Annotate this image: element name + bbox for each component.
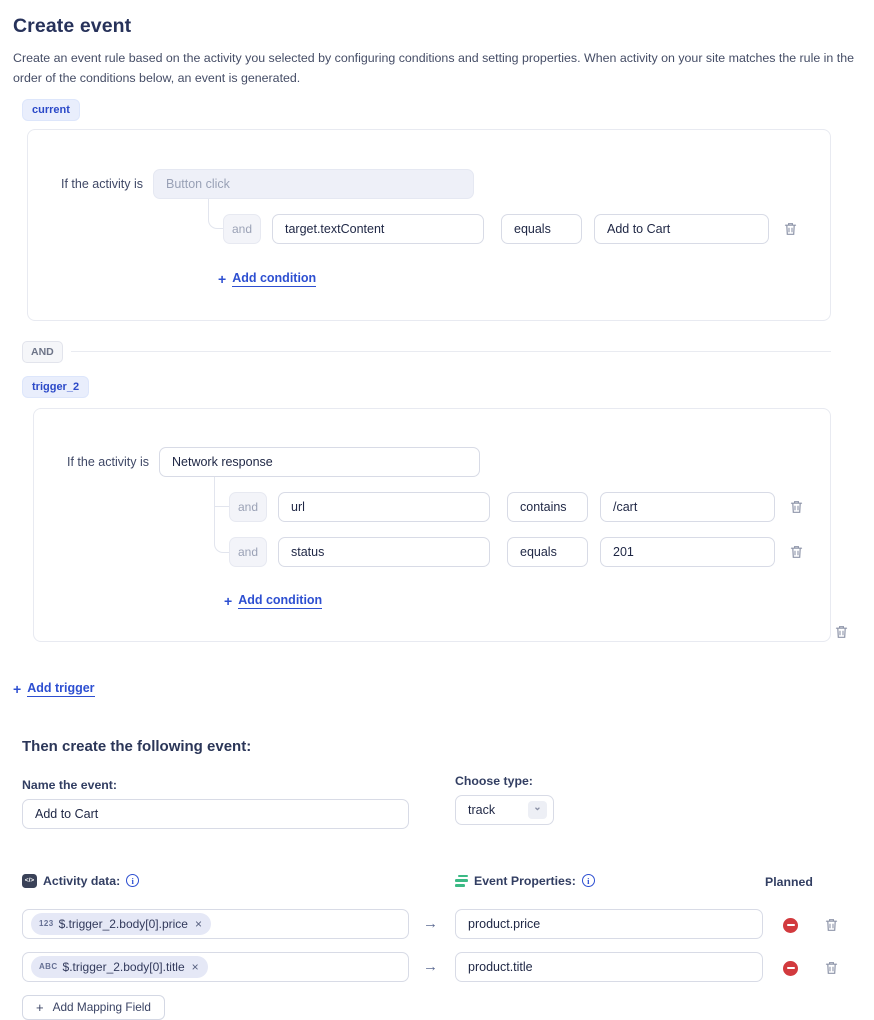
trigger-and-divider: AND — [22, 341, 831, 363]
trigger-badge-trigger2: trigger_2 — [22, 376, 89, 398]
arrow-right-icon: → — [423, 958, 438, 975]
condition-field-input[interactable] — [272, 214, 484, 244]
event-section-heading: Then create the following event: — [22, 738, 874, 755]
event-name-label: Name the event: — [22, 778, 409, 792]
and-divider-chip: AND — [22, 341, 63, 363]
trigger-badge-current: current — [22, 99, 80, 121]
trigger-card-1: If the activity is and + Add condition — [27, 129, 831, 321]
planned-deny-button[interactable] — [781, 916, 800, 935]
minus-icon — [783, 961, 798, 976]
delete-trigger-button[interactable] — [833, 623, 850, 641]
mapping-pill: ABC $.trigger_2.body[0].title × — [31, 956, 208, 978]
activity-data-header: Activity data: — [43, 874, 120, 888]
trash-icon — [784, 224, 797, 239]
arrow-right-icon: → — [423, 915, 438, 932]
event-type-label: Choose type: — [455, 774, 554, 788]
condition-value-input[interactable] — [600, 492, 775, 522]
event-type-value: track — [468, 803, 495, 817]
page-header: Create event Create an event rule based … — [0, 0, 874, 89]
info-icon[interactable]: i — [126, 874, 139, 887]
activity-label: If the activity is — [61, 177, 145, 191]
activity-type-input[interactable] — [153, 169, 474, 199]
activity-type-input[interactable] — [159, 447, 480, 477]
activity-data-icon: </> — [22, 874, 37, 888]
mapping-target-input[interactable] — [455, 909, 763, 939]
delete-condition-button[interactable] — [788, 543, 805, 561]
mapping-row: 123 $.trigger_2.body[0].price × → — [0, 909, 874, 939]
chevron-down-icon: ⌄ — [528, 801, 547, 819]
add-trigger-link[interactable]: + Add trigger — [13, 681, 95, 697]
activity-label: If the activity is — [67, 455, 151, 469]
condition-operator-input[interactable] — [501, 214, 582, 244]
add-mapping-field-button[interactable]: + Add Mapping Field — [22, 995, 165, 1020]
condition-row: and — [34, 537, 830, 567]
minus-icon — [783, 918, 798, 933]
condition-operator-input[interactable] — [507, 492, 588, 522]
add-condition-link[interactable]: + Add condition — [218, 271, 316, 287]
condition-value-input[interactable] — [594, 214, 769, 244]
plus-icon: + — [36, 1000, 44, 1015]
pill-type-tag: 123 — [39, 919, 54, 928]
pill-close-icon[interactable]: × — [192, 961, 199, 973]
condition-row: and — [28, 214, 830, 244]
condition-field-input[interactable] — [278, 492, 490, 522]
plus-icon: + — [218, 271, 226, 287]
condition-value-input[interactable] — [600, 537, 775, 567]
delete-condition-button[interactable] — [788, 498, 805, 516]
event-type-select[interactable]: track ⌄ — [455, 795, 554, 825]
trash-icon — [835, 627, 848, 642]
mapping-target-input[interactable] — [455, 952, 763, 982]
delete-condition-button[interactable] — [782, 220, 799, 238]
trash-icon — [790, 502, 803, 517]
condition-operator-input[interactable] — [507, 537, 588, 567]
trash-icon — [825, 963, 838, 978]
pill-path: $.trigger_2.body[0].title — [63, 960, 185, 974]
and-chip: and — [223, 214, 261, 244]
condition-field-input[interactable] — [278, 537, 490, 567]
and-chip: and — [229, 492, 267, 522]
trash-icon — [825, 920, 838, 935]
delete-mapping-button[interactable] — [823, 959, 840, 977]
planned-header: Planned — [765, 875, 813, 889]
event-properties-header: Event Properties: — [474, 874, 576, 888]
add-condition-link[interactable]: + Add condition — [224, 593, 322, 609]
and-chip: and — [229, 537, 267, 567]
pill-path: $.trigger_2.body[0].price — [59, 917, 188, 931]
trigger-card-2: If the activity is and and — [33, 408, 831, 642]
page-description: Create an event rule based on the activi… — [13, 49, 861, 89]
delete-mapping-button[interactable] — [823, 916, 840, 934]
mapping-source-field[interactable]: 123 $.trigger_2.body[0].price × — [22, 909, 409, 939]
info-icon[interactable]: i — [582, 874, 595, 887]
mapping-source-field[interactable]: ABC $.trigger_2.body[0].title × — [22, 952, 409, 982]
mapping-pill: 123 $.trigger_2.body[0].price × — [31, 913, 211, 935]
plus-icon: + — [224, 593, 232, 609]
page-title: Create event — [13, 15, 861, 38]
pill-close-icon[interactable]: × — [195, 918, 202, 930]
plus-icon: + — [13, 681, 21, 697]
planned-deny-button[interactable] — [781, 959, 800, 978]
event-properties-icon — [455, 874, 468, 887]
condition-row: and — [34, 492, 830, 522]
event-name-input[interactable] — [22, 799, 409, 829]
mapping-row: ABC $.trigger_2.body[0].title × → — [0, 952, 874, 982]
divider-line — [71, 351, 831, 352]
pill-type-tag: ABC — [39, 962, 58, 971]
trash-icon — [790, 547, 803, 562]
